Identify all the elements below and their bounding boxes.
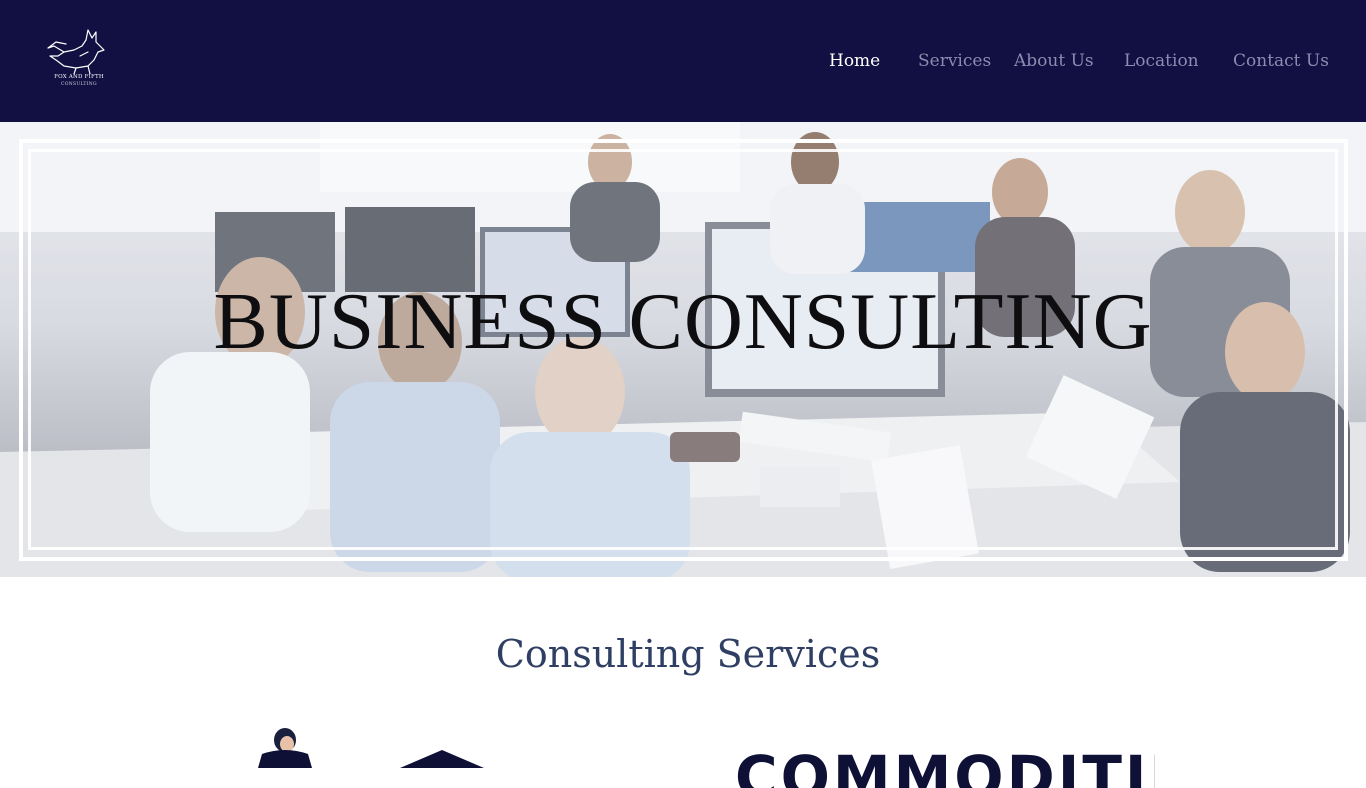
hero-title: BUSINESS CONSULTING — [213, 278, 1153, 366]
nav-about-us[interactable]: About Us — [1014, 49, 1094, 73]
fox-logo-icon — [47, 29, 105, 74]
nav-location[interactable]: Location — [1124, 49, 1199, 73]
service-card-commodities-heading: COMMODITIES — [735, 748, 1155, 788]
site-header: FOX AND FIFTH CONSULTING Home Services A… — [0, 0, 1366, 122]
nav-home[interactable]: Home — [829, 49, 880, 73]
consulting-illustration-icon — [258, 728, 484, 768]
brand-tagline: CONSULTING — [61, 82, 97, 87]
nav-contact-us[interactable]: Contact Us — [1233, 49, 1329, 73]
brand-logo[interactable]: FOX AND FIFTH CONSULTING — [40, 26, 118, 94]
section-title-consulting-services: Consulting Services — [495, 632, 881, 676]
brand-name: FOX AND FIFTH — [54, 74, 104, 80]
nav-services[interactable]: Services — [918, 49, 991, 73]
hero-banner: BUSINESS CONSULTING — [0, 122, 1366, 577]
